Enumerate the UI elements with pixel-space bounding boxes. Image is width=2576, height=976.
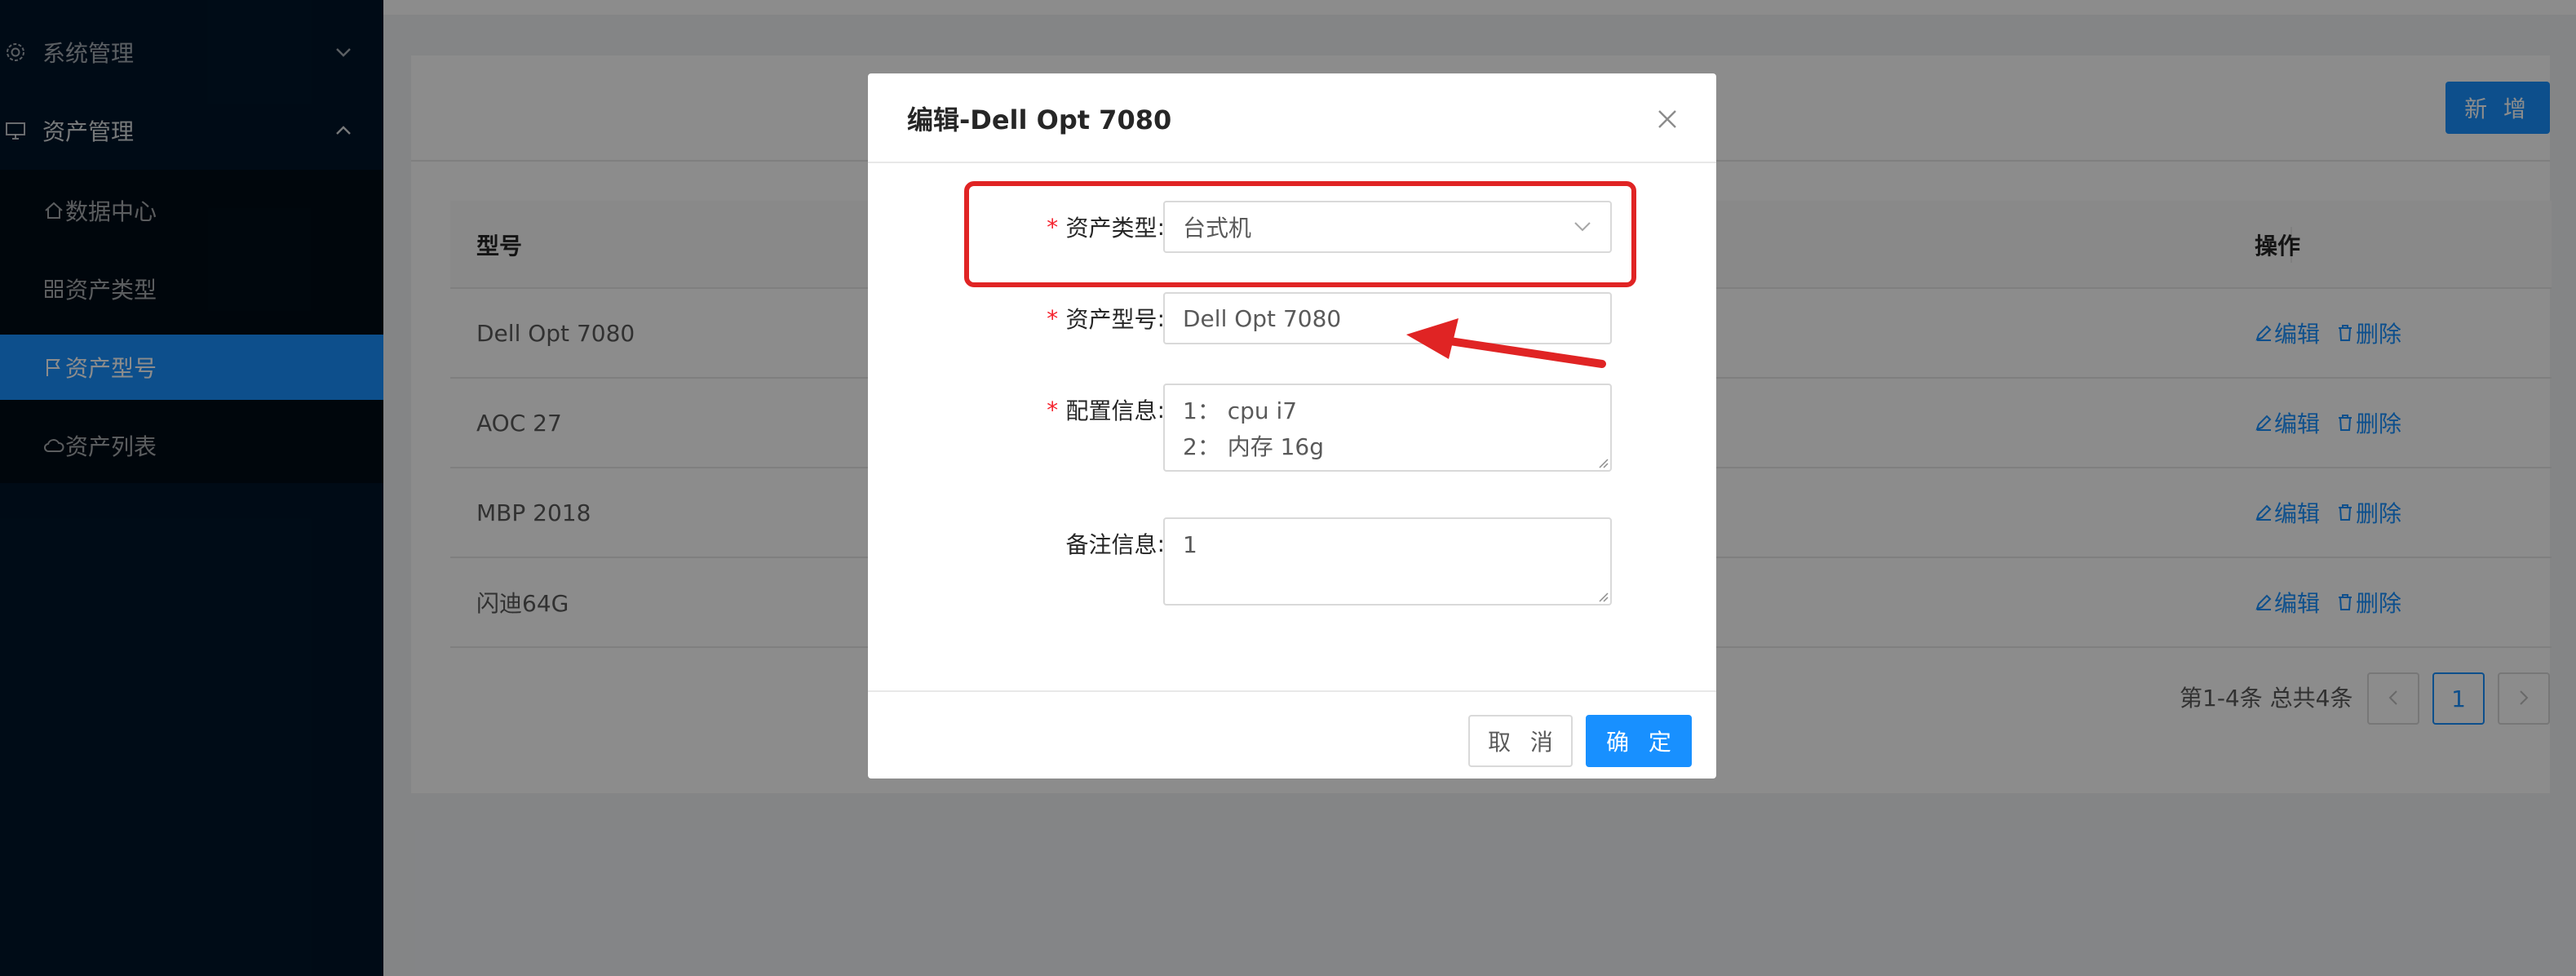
remark-info-value: 1 [1183,531,1197,558]
confirm-button[interactable]: 确 定 [1586,715,1692,767]
resize-handle-icon[interactable] [1596,455,1609,468]
asset-model-label: * 资产型号 : [1046,292,1165,344]
remark-info-label-text: 备注信息 [1065,531,1157,558]
asset-model-label-text: 资产型号 [1065,306,1157,333]
close-icon[interactable] [1651,103,1684,135]
config-info-textarea[interactable]: 1： cpu i7 2： 内存 16g [1163,384,1612,472]
resize-handle-icon[interactable] [1596,589,1609,602]
asset-model-value: Dell Opt 7080 [1183,304,1342,332]
config-info-label: * 配置信息 : [1046,384,1165,436]
modal-header: 编辑-Dell Opt 7080 [868,73,1716,163]
required-mark: * [1045,396,1060,424]
modal-footer: 取 消 确 定 [868,690,1716,779]
config-info-line: 1： cpu i7 [1183,397,1298,424]
annotation-highlight-box [964,181,1636,287]
remark-info-textarea[interactable]: 1 [1163,517,1612,606]
cancel-button[interactable]: 取 消 [1468,715,1573,767]
modal-title: 编辑-Dell Opt 7080 [907,104,1172,135]
config-info-line: 2： 内存 16g [1183,433,1325,460]
required-mark: * [1045,304,1060,332]
edit-modal: 编辑-Dell Opt 7080 * 资产类型 : 台式机 * 资产型号 : D… [868,73,1716,779]
annotation-arrow-icon [1406,318,1606,368]
config-info-label-text: 配置信息 [1065,397,1157,424]
remark-info-label: 备注信息 : [1066,517,1165,570]
